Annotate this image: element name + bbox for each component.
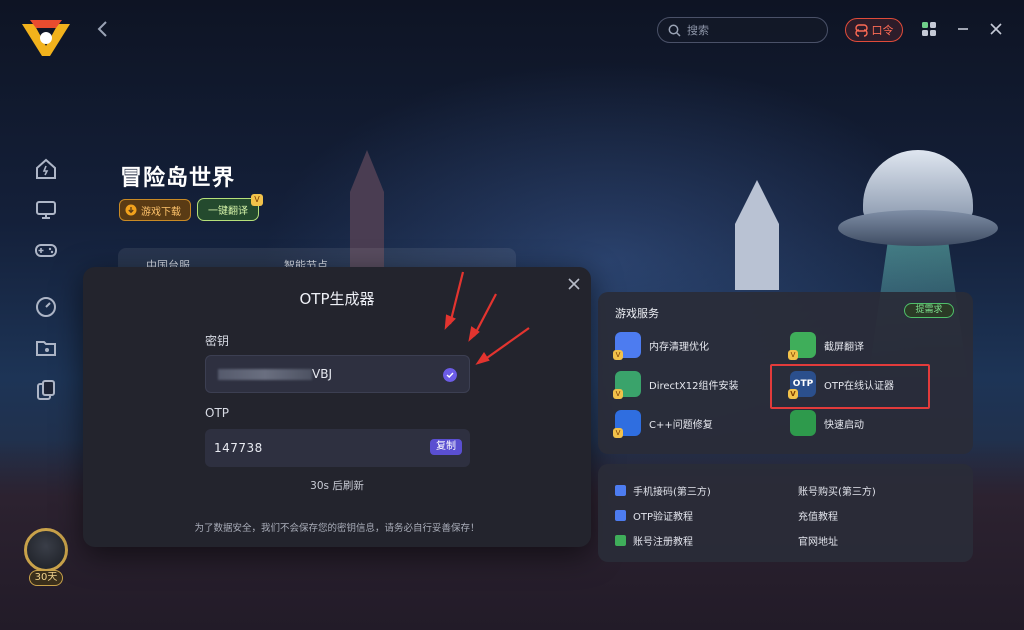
back-arrow-icon[interactable] xyxy=(96,20,110,38)
sidebar: 30天 xyxy=(0,0,92,630)
cpp-fix-icon: V xyxy=(613,410,641,438)
avatar xyxy=(24,528,68,572)
key-visible-text: VBJ xyxy=(312,367,332,381)
sms-icon xyxy=(615,485,626,496)
link-account-purchase[interactable]: 账号购买(第三方) xyxy=(798,483,876,498)
directx-icon: V xyxy=(613,371,641,399)
close-window-icon[interactable] xyxy=(987,20,1005,38)
user-avatar[interactable]: 30天 xyxy=(24,528,68,588)
refresh-countdown: 30s 后刷新 xyxy=(310,480,364,492)
minimize-icon[interactable] xyxy=(954,20,972,38)
secret-key-input[interactable]: VBJ xyxy=(205,355,470,393)
search-icon xyxy=(668,24,681,37)
otp-generator-dialog: OTP生成器 密钥 VBJ OTP 147738 复制 30s 后刷新 为了数据… xyxy=(83,267,591,547)
grid-menu-icon[interactable] xyxy=(920,20,938,38)
service-cpp-fix[interactable]: V C++问题修复 xyxy=(613,410,713,438)
services-card: 游戏服务 提需求 V 内存清理优化 V 截屏翻译 V DirectX12组件安装… xyxy=(598,292,973,454)
gamepad-icon[interactable] xyxy=(34,238,58,262)
request-feature-button[interactable]: 提需求 xyxy=(904,303,954,318)
otp-tutorial-icon xyxy=(615,510,626,521)
link-recharge-tutorial[interactable]: 充值教程 xyxy=(798,508,838,523)
verified-check-icon xyxy=(443,368,457,382)
game-services-panel: 游戏服务 提需求 V 内存清理优化 V 截屏翻译 V DirectX12组件安装… xyxy=(598,292,973,562)
link-otp-tutorial[interactable]: OTP验证教程 xyxy=(615,508,693,523)
search-input[interactable] xyxy=(687,23,817,37)
register-icon xyxy=(615,535,626,546)
service-memory-cleanup[interactable]: V 内存清理优化 xyxy=(613,332,709,360)
cards-icon[interactable] xyxy=(34,378,58,402)
membership-days-badge: 30天 xyxy=(29,570,63,586)
link-register-tutorial[interactable]: 账号注册教程 xyxy=(615,533,693,548)
service-screenshot-translate[interactable]: V 截屏翻译 xyxy=(788,332,864,360)
monitor-icon[interactable] xyxy=(34,198,58,222)
search-box[interactable] xyxy=(657,17,828,43)
command-label: 口令 xyxy=(871,24,894,37)
dialog-title: OTP生成器 xyxy=(299,290,375,308)
otp-code: 147738 xyxy=(214,441,263,455)
app-logo[interactable] xyxy=(20,16,72,60)
command-button[interactable]: 口令 xyxy=(845,18,903,42)
copy-button[interactable]: 复制 xyxy=(430,439,462,455)
screenshot-translate-icon: V xyxy=(788,332,816,360)
speedometer-icon[interactable] xyxy=(34,295,58,319)
otp-highlight-box xyxy=(770,364,930,409)
folder-icon[interactable] xyxy=(34,336,58,360)
game-download-button[interactable]: 游戏下载 xyxy=(119,199,191,221)
memory-icon: V xyxy=(613,332,641,360)
service-quick-start[interactable]: 快速启动 xyxy=(790,410,864,436)
link-official-site[interactable]: 官网地址 xyxy=(798,533,838,548)
key-label: 密钥 xyxy=(205,334,230,348)
otp-output-field: 147738 复制 xyxy=(205,429,470,467)
ufo-illustration xyxy=(838,150,998,380)
redacted-key-blur xyxy=(218,369,312,380)
command-icon xyxy=(854,23,868,37)
one-click-translate-button[interactable]: 一键翻译 V xyxy=(197,194,263,221)
links-card: 手机接码(第三方) 账号购买(第三方) OTP验证教程 充值教程 账号注册教程 … xyxy=(598,464,973,562)
close-icon[interactable] xyxy=(567,277,581,291)
game-title: 冒险岛世界 xyxy=(120,166,236,191)
services-title: 游戏服务 xyxy=(615,307,659,320)
link-phone-sms[interactable]: 手机接码(第三方) xyxy=(615,483,711,498)
download-icon xyxy=(125,204,137,216)
security-notice: 为了数据安全，我们不会保存您的密钥信息，请务必自行妥善保存！ xyxy=(194,523,480,534)
home-icon[interactable] xyxy=(34,157,58,181)
quick-start-icon xyxy=(790,410,816,436)
vip-badge-icon: V xyxy=(251,194,263,206)
service-directx12[interactable]: V DirectX12组件安装 xyxy=(613,371,739,399)
otp-label: OTP xyxy=(205,406,230,420)
